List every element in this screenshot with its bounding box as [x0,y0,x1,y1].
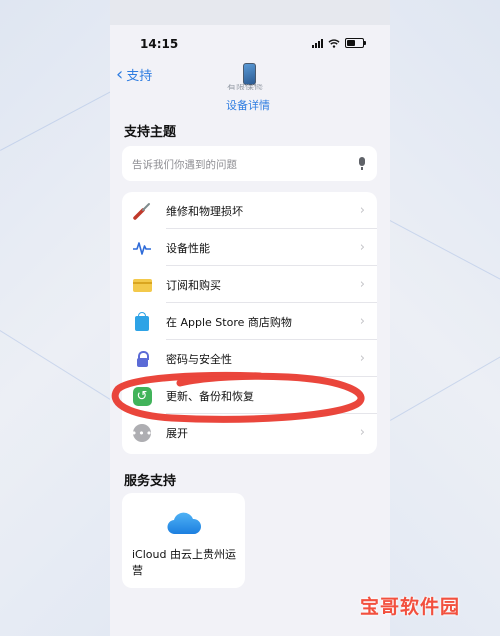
chevron-right-icon: › [359,277,365,292]
battery-icon [345,38,366,48]
support-topics-title: 支持主题 [124,125,177,140]
cellular-signal-icon [312,38,323,48]
status-time: 14:15 [140,37,179,51]
device-details-link[interactable]: 设备详情 [226,97,270,113]
chevron-right-icon: › [359,203,365,218]
chevron-left-icon: ‹ [116,63,124,85]
chevron-right-icon: › [359,314,365,329]
chevron-right-icon: › [359,388,365,403]
chevron-right-icon: › [359,425,365,440]
search-placeholder: 告诉我们你遇到的问题 [132,159,237,171]
lock-icon [132,349,152,369]
topic-update-backup[interactable]: ↺ 更新、备份和恢复 › [122,377,377,414]
status-icons [312,38,366,48]
topic-label: 订阅和购买 [166,278,221,292]
topic-label: 更新、备份和恢复 [166,389,254,403]
icloud-icon [167,512,202,535]
topic-performance[interactable]: 设备性能 › [122,229,377,266]
icloud-card[interactable]: iCloud 由云上贵州运营 [122,493,245,588]
topic-label: 在 Apple Store 商店购物 [166,315,292,329]
back-button[interactable]: ‹ 支持 [116,65,152,84]
chevron-right-icon: › [359,240,365,255]
back-label: 支持 [126,69,153,84]
search-input[interactable]: 告诉我们你遇到的问题 [122,146,377,181]
icloud-card-label: iCloud 由云上贵州运营 [132,548,236,577]
topic-label: 设备性能 [166,241,210,255]
background-left-panel [0,0,110,636]
support-topics-list: 维修和物理损坏 › 设备性能 › 订阅和购买 › 在 Apple Store 商… [122,192,377,454]
watermark-text: 宝哥软件园 [360,596,461,618]
more-icon: ••• [131,423,152,443]
topic-subscriptions[interactable]: 订阅和购买 › [122,266,377,303]
background-right-panel [390,0,500,636]
topic-repair[interactable]: 维修和物理损坏 › [122,192,377,229]
topic-passwords[interactable]: 密码与安全性 › [122,340,377,377]
credit-card-icon [132,275,152,295]
service-support-title: 服务支持 [124,474,177,489]
heartbeat-icon [132,238,152,258]
shopping-bag-icon [132,312,152,332]
restore-icon: ↺ [132,386,152,406]
topic-label: 密码与安全性 [166,352,232,366]
chevron-right-icon: › [359,351,365,366]
screwdriver-icon [132,201,152,221]
warranty-text: 有限保修 [227,84,264,90]
phone-screen: 14:15 ‹ 支持 有限保修 设备详情 支持主题 告诉我们你遇到的问题 维修和… [110,25,390,636]
topic-label: 展开 [166,426,188,440]
topic-label: 维修和物理损坏 [166,204,243,218]
wifi-icon [328,38,340,48]
topic-apple-store[interactable]: 在 Apple Store 商店购物 › [122,303,377,340]
microphone-icon[interactable] [359,157,365,170]
iphone-icon [243,63,256,85]
topic-expand[interactable]: ••• 展开 › [122,414,377,451]
